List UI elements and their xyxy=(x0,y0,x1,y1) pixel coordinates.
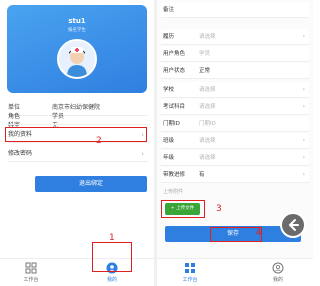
form-teaching-value: 有 xyxy=(199,172,205,178)
form-period-id-input[interactable]: 门期ID xyxy=(199,116,216,132)
annotation-number-3: 3 xyxy=(216,204,222,214)
tab-workbench-right-label: 工作台 xyxy=(182,277,198,283)
form-remark-label: 备注 xyxy=(163,7,175,13)
form-grade-value: 请选择 xyxy=(199,155,216,161)
form-teaching-label: 带教进修 xyxy=(163,172,186,178)
profile-username: stu1 xyxy=(68,17,86,25)
chevron-right-icon: › xyxy=(302,103,305,110)
nurse-avatar-icon xyxy=(59,41,95,77)
chevron-right-icon: › xyxy=(302,33,305,40)
form-exam-subject-label: 考试科目 xyxy=(163,104,186,110)
form-period-id-label: 门期ID xyxy=(163,121,180,127)
form-row-grade[interactable]: 年级 请选择 › xyxy=(161,150,309,166)
change-password-item[interactable]: 修改密码 › xyxy=(8,146,148,162)
annotation-number-4: 4 xyxy=(256,228,262,238)
upload-section-label: 上传附件 xyxy=(163,189,184,195)
form-user-role-value: 学员 xyxy=(199,51,211,57)
user-icon xyxy=(272,262,284,274)
change-password-label: 修改密码 xyxy=(8,150,33,157)
arrow-left-icon xyxy=(289,219,299,231)
form-class-value: 请选择 xyxy=(199,138,216,144)
form-row-teaching[interactable]: 带教进修 有 › xyxy=(161,167,309,183)
chevron-right-icon: › xyxy=(302,154,305,161)
back-floating-button[interactable] xyxy=(280,212,306,238)
profile-role: 报名学生 xyxy=(68,28,86,33)
avatar xyxy=(57,39,97,79)
form-row-school[interactable]: 学校 请选择 › xyxy=(161,82,309,98)
form-school-label: 学校 xyxy=(163,87,175,93)
chevron-right-icon: › xyxy=(141,150,144,158)
annotation-box-save xyxy=(210,227,262,242)
form-class-label: 班级 xyxy=(163,138,175,144)
tab-workbench[interactable]: 工作台 xyxy=(16,262,46,283)
form-resume-value: 请选择 xyxy=(199,34,216,40)
annotation-box-my-profile xyxy=(5,127,147,142)
chevron-right-icon: › xyxy=(302,137,305,144)
form-row-exam-subject[interactable]: 考试科目 请选择 › xyxy=(161,99,309,115)
chevron-right-icon: › xyxy=(302,171,305,178)
tab-workbench-right[interactable]: 工作台 xyxy=(175,262,205,283)
row-role-value: 学员 xyxy=(52,113,65,120)
form-user-status-value: 正常 xyxy=(199,68,211,74)
form-row-user-status: 用户状态 正常 xyxy=(161,63,309,79)
logout-button[interactable]: 退出绑定 xyxy=(35,176,147,192)
form-row-user-role: 用户角色 学员 xyxy=(161,46,309,62)
form-user-role-label: 用户角色 xyxy=(163,51,186,57)
form-row-class[interactable]: 班级 请选择 › xyxy=(161,133,309,149)
tab-mine-label: 我的 xyxy=(106,277,117,283)
tab-workbench-label: 工作台 xyxy=(23,277,39,283)
form-school-value: 请选择 xyxy=(199,87,216,93)
form-user-status-label: 用户状态 xyxy=(163,68,186,74)
row-role-label: 角色 xyxy=(8,113,21,120)
row-role: 角色 学员 xyxy=(8,109,148,125)
profile-card: stu1 报名学生 xyxy=(7,5,147,93)
form-resume-label: 履历 xyxy=(163,34,175,40)
tabbar-right: 工作台 我的 xyxy=(157,258,313,286)
annotation-box-upload xyxy=(161,200,205,218)
tab-mine-right-label: 我的 xyxy=(272,277,283,283)
tab-mine-right[interactable]: 我的 xyxy=(263,262,293,283)
chevron-right-icon: › xyxy=(302,86,305,93)
form-exam-subject-value: 请选择 xyxy=(199,104,216,110)
form-row-resume[interactable]: 履历 请选择 › xyxy=(161,29,309,45)
grid-icon xyxy=(25,262,37,274)
form-row-period-id[interactable]: 门期ID 门期ID xyxy=(161,116,309,132)
grid-icon xyxy=(185,263,195,273)
annotation-box-tab-mine xyxy=(92,242,132,272)
form-row-remark[interactable]: 备注 xyxy=(161,2,309,18)
form-grade-label: 年级 xyxy=(163,155,175,161)
annotation-number-2: 2 xyxy=(96,136,102,146)
annotation-number-1: 1 xyxy=(109,233,115,243)
